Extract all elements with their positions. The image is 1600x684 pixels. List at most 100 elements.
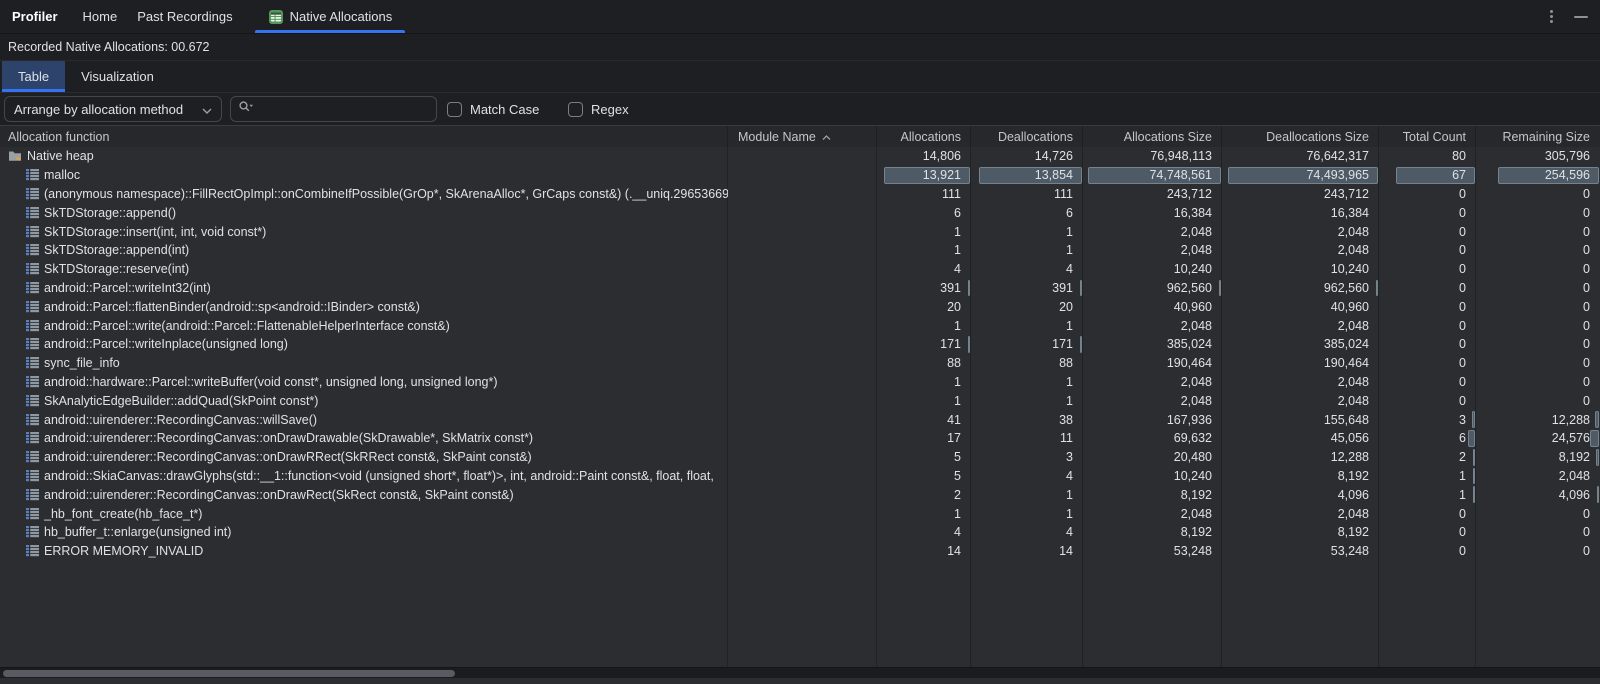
minimize-icon[interactable] — [1574, 16, 1588, 18]
match-case-box[interactable] — [447, 102, 462, 117]
cell-total-count: 3 — [1379, 410, 1476, 429]
table-row[interactable]: Native heap14,80614,72676,948,11376,642,… — [0, 147, 1600, 166]
table-row[interactable]: SkTDStorage::append()6616,38416,38400 — [0, 203, 1600, 222]
table-row[interactable]: android::Parcel::writeInt32(int)39139196… — [0, 279, 1600, 298]
table-row[interactable]: android::Parcel::writeInplace(unsigned l… — [0, 335, 1600, 354]
allocation-function-cell[interactable]: android::Parcel::writeInt32(int) — [0, 279, 728, 298]
allocation-function-cell[interactable]: android::uirenderer::RecordingCanvas::on… — [0, 429, 728, 448]
cell-remaining-size: 4,096 — [1476, 485, 1600, 504]
cell-value: 76,642,317 — [1306, 149, 1369, 163]
arrange-by-value: Arrange by allocation method — [14, 102, 183, 117]
column-separator — [1221, 126, 1222, 147]
cell-allocations: 5 — [877, 448, 971, 467]
allocation-function-cell[interactable]: android::Parcel::flattenBinder(android::… — [0, 297, 728, 316]
profiler-title-label: Profiler — [12, 9, 58, 24]
table-row[interactable]: SkTDStorage::append(int)112,0482,04800 — [0, 241, 1600, 260]
kebab-menu-icon[interactable] — [1547, 6, 1556, 27]
table-row[interactable]: _hb_font_create(hb_face_t*)112,0482,0480… — [0, 504, 1600, 523]
cell-value: 13,921 — [923, 168, 961, 182]
module-name-cell — [728, 241, 877, 260]
column-header-total-count[interactable]: Total Count — [1379, 126, 1476, 147]
table-row[interactable]: SkTDStorage::insert(int, int, void const… — [0, 222, 1600, 241]
column-header-deallocations-size[interactable]: Deallocations Size — [1222, 126, 1379, 147]
allocation-function-cell[interactable]: SkTDStorage::reserve(int) — [0, 260, 728, 279]
column-header-remaining-size[interactable]: Remaining Size — [1476, 126, 1600, 147]
cell-value: 4 — [1066, 262, 1073, 276]
table-row[interactable]: android::uirenderer::RecordingCanvas::on… — [0, 448, 1600, 467]
search-input[interactable] — [257, 102, 417, 116]
column-header-allocations[interactable]: Allocations — [877, 126, 971, 147]
table-row[interactable]: SkTDStorage::reserve(int)4410,24010,2400… — [0, 260, 1600, 279]
column-separator — [970, 126, 971, 147]
cell-allocations: 13,921 — [877, 166, 971, 185]
allocation-function-cell[interactable]: Native heap — [0, 147, 728, 166]
allocation-function-cell[interactable]: android::Parcel::write(android::Parcel::… — [0, 316, 728, 335]
table-row[interactable]: ERROR MEMORY_INVALID141453,24853,24800 — [0, 542, 1600, 561]
allocation-function-cell[interactable]: SkTDStorage::append() — [0, 203, 728, 222]
allocation-function-cell[interactable]: hb_buffer_t::enlarge(unsigned int) — [0, 523, 728, 542]
match-case-checkbox[interactable]: Match Case — [447, 93, 539, 125]
arrange-by-dropdown[interactable]: Arrange by allocation method — [4, 96, 222, 122]
column-header-allocation-function[interactable]: Allocation function — [0, 126, 728, 147]
allocation-function-cell[interactable]: android::SkiaCanvas::drawGlyphs(std::__1… — [0, 467, 728, 486]
cell-value: 2,048 — [1338, 394, 1369, 408]
search-icon[interactable] — [238, 100, 254, 119]
table-row[interactable]: android::uirenderer::RecordingCanvas::on… — [0, 485, 1600, 504]
table-row[interactable]: SkAnalyticEdgeBuilder::addQuad(SkPoint c… — [0, 391, 1600, 410]
cell-value: 0 — [1459, 375, 1466, 389]
table-row[interactable]: android::SkiaCanvas::drawGlyphs(std::__1… — [0, 467, 1600, 486]
tab-native-allocations-label: Native Allocations — [290, 9, 393, 24]
allocation-function-cell[interactable]: android::uirenderer::RecordingCanvas::on… — [0, 448, 728, 467]
cell-deallocations-size: 4,096 — [1222, 485, 1379, 504]
cell-allocations-size: 53,248 — [1083, 542, 1222, 561]
cell-value: 0 — [1459, 394, 1466, 408]
tab-visualization-label: Visualization — [81, 69, 154, 84]
allocation-function-cell[interactable]: _hb_font_create(hb_face_t*) — [0, 504, 728, 523]
column-header-deallocations[interactable]: Deallocations — [971, 126, 1083, 147]
allocation-function-cell[interactable]: (anonymous namespace)::FillRectOpImpl::o… — [0, 185, 728, 204]
tab-native-allocations[interactable]: Native Allocations — [255, 0, 406, 33]
module-name-cell — [728, 147, 877, 166]
cell-value: 243,712 — [1324, 187, 1369, 201]
allocation-function-cell[interactable]: malloc — [0, 166, 728, 185]
allocation-function-cell[interactable]: SkTDStorage::insert(int, int, void const… — [0, 222, 728, 241]
allocation-function-cell[interactable]: android::Parcel::writeInplace(unsigned l… — [0, 335, 728, 354]
cell-deallocations: 11 — [971, 429, 1083, 448]
table-row[interactable]: malloc13,92113,85474,748,56174,493,96567… — [0, 166, 1600, 185]
tab-past-recordings[interactable]: Past Recordings — [137, 0, 232, 33]
allocation-function-cell[interactable]: android::uirenderer::RecordingCanvas::on… — [0, 485, 728, 504]
cell-deallocations-size: 45,056 — [1222, 429, 1379, 448]
table-row[interactable]: hb_buffer_t::enlarge(unsigned int)448,19… — [0, 523, 1600, 542]
search-field[interactable] — [230, 96, 437, 122]
allocation-function-cell[interactable]: android::hardware::Parcel::writeBuffer(v… — [0, 373, 728, 392]
allocation-function-cell[interactable]: sync_file_info — [0, 354, 728, 373]
cell-allocations-size: 10,240 — [1083, 260, 1222, 279]
table-row[interactable]: android::hardware::Parcel::writeBuffer(v… — [0, 373, 1600, 392]
table-row[interactable]: android::Parcel::write(android::Parcel::… — [0, 316, 1600, 335]
allocation-function-cell[interactable]: SkTDStorage::append(int) — [0, 241, 728, 260]
allocation-function-cell[interactable]: android::uirenderer::RecordingCanvas::wi… — [0, 410, 728, 429]
cell-remaining-size: 2,048 — [1476, 467, 1600, 486]
regex-box[interactable] — [568, 102, 583, 117]
module-name-cell — [728, 316, 877, 335]
function-name: android::SkiaCanvas::drawGlyphs(std::__1… — [44, 469, 714, 483]
allocation-function-cell[interactable]: ERROR MEMORY_INVALID — [0, 542, 728, 561]
tab-table[interactable]: Table — [2, 61, 65, 92]
tab-home[interactable]: Home — [83, 0, 118, 33]
table-toolbar: Arrange by allocation method Match Case … — [0, 93, 1600, 125]
allocation-function-cell[interactable]: SkAnalyticEdgeBuilder::addQuad(SkPoint c… — [0, 391, 728, 410]
cell-allocations-size: 2,048 — [1083, 222, 1222, 241]
horizontal-scrollbar-thumb[interactable] — [3, 670, 455, 677]
tab-visualization[interactable]: Visualization — [65, 61, 170, 92]
table-row[interactable]: android::uirenderer::RecordingCanvas::wi… — [0, 410, 1600, 429]
regex-checkbox[interactable]: Regex — [568, 93, 629, 125]
column-header-allocations-size[interactable]: Allocations Size — [1083, 126, 1222, 147]
table-row[interactable]: sync_file_info8888190,464190,46400 — [0, 354, 1600, 373]
horizontal-scrollbar[interactable] — [0, 667, 1600, 678]
column-header-module-name[interactable]: Module Name — [728, 126, 877, 147]
table-row[interactable]: android::uirenderer::RecordingCanvas::on… — [0, 429, 1600, 448]
table-row[interactable]: (anonymous namespace)::FillRectOpImpl::o… — [0, 185, 1600, 204]
table-row[interactable]: android::Parcel::flattenBinder(android::… — [0, 297, 1600, 316]
cell-value: 1 — [1459, 488, 1466, 502]
cell-value: 10,240 — [1174, 469, 1212, 483]
